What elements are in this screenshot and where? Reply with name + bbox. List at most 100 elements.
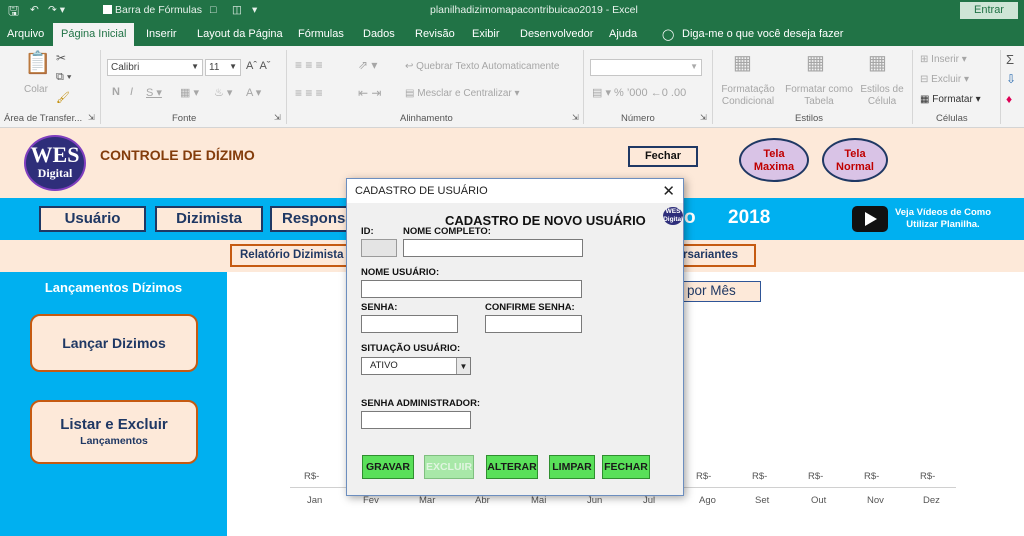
chevron-down-icon[interactable]: ▼ (456, 358, 470, 374)
font-name-box[interactable]: Calibri ▼ (107, 59, 203, 76)
wrap-text-button[interactable]: ↩ Quebrar Texto Automaticamente (405, 61, 559, 72)
gravar-button[interactable]: GRAVAR (362, 455, 414, 479)
cut-icon[interactable]: ✂ (56, 51, 66, 65)
tab-layout[interactable]: Layout da Página (197, 28, 283, 40)
font-color-icon[interactable]: A ▾ (246, 86, 261, 99)
conditional-formatting-button[interactable]: Formatação Condicional (717, 84, 779, 108)
tab-exibir[interactable]: Exibir (472, 28, 500, 40)
admin-password-label: SENHA ADMINISTRADOR: (361, 398, 481, 409)
excluir-button[interactable]: EXCLUIR (424, 455, 474, 479)
tab-revisao[interactable]: Revisão (415, 28, 455, 40)
paste-button[interactable]: Colar (24, 84, 48, 95)
sign-in-button[interactable]: Entrar (960, 2, 1018, 19)
font-size-box[interactable]: 11 ▼ (205, 59, 241, 76)
video-help-text[interactable]: Veja Vídeos de Como Utilizar Planilha. (893, 207, 993, 231)
print-preview-icon[interactable]: ◫ (232, 4, 242, 16)
delete-cells-button[interactable]: ⊟ Excluir ▾ (920, 74, 969, 85)
format-table-icon[interactable]: ▦ (806, 50, 825, 75)
number-group-label: Número (621, 113, 655, 124)
relatorio-dizimista-button[interactable]: Relatório Dizimista (230, 244, 348, 267)
tab-desenvolvedor[interactable]: Desenvolvedor (520, 28, 593, 40)
dialog-title: CADASTRO DE USUÁRIO (355, 185, 488, 197)
format-cells-button[interactable]: ▦ Formatar ▾ (920, 94, 981, 105)
tab-ajuda[interactable]: Ajuda (609, 28, 637, 40)
title-bar: 🖫 ↶ ↷ ▾ Barra de Fórmulas □ ◫ ▾ planilha… (0, 0, 1024, 22)
chart-month-label: Out (811, 495, 827, 506)
tab-pagina-inicial[interactable]: Página Inicial (53, 23, 135, 46)
year-prefix: o (684, 207, 696, 228)
italic-icon[interactable]: I (130, 86, 133, 98)
customize-qat-icon[interactable]: ▾ (252, 4, 257, 16)
save-icon[interactable]: 🖫 (8, 2, 19, 24)
nav-dizimista-button[interactable]: Dizimista (155, 206, 263, 232)
borders-icon[interactable]: ▦ ▾ (180, 86, 199, 99)
lancar-dizimos-button[interactable]: Lançar Dizimos (30, 314, 198, 372)
dialog-launcher-icon[interactable]: ⇲ (700, 113, 707, 122)
dialog-launcher-icon[interactable]: ⇲ (88, 113, 95, 122)
window-title: planilhadizimomapacontribuicao2019 - Exc… (430, 4, 638, 16)
nav-responsavel-button[interactable]: Responsa (270, 206, 354, 232)
confirm-password-field[interactable] (485, 315, 582, 333)
delete-cells-icon: ⊟ (920, 74, 932, 85)
number-format-box[interactable]: ▼ (590, 59, 702, 76)
tab-inserir[interactable]: Inserir (146, 28, 177, 40)
format-painter-icon[interactable]: 🖌 (56, 91, 70, 104)
relatorio-aniversariantes-button[interactable]: rsariantes (683, 244, 756, 267)
video-play-button[interactable] (852, 206, 888, 232)
cell-styles-button[interactable]: Estilos de Célula (858, 84, 906, 108)
bold-icon[interactable]: N (112, 86, 120, 98)
indent-icon[interactable]: ⇤ ⇥ (358, 86, 381, 100)
format-as-table-button[interactable]: Formatar como Tabela (782, 84, 856, 108)
alterar-button[interactable]: ALTERAR (486, 455, 538, 479)
fill-color-icon[interactable]: ♨ ▾ (214, 86, 232, 99)
insert-cells-icon: ⊞ (920, 54, 932, 65)
undo-icon[interactable]: ↶ (30, 4, 39, 16)
formula-bar-toggle[interactable]: Barra de Fórmulas (103, 4, 202, 16)
username-field[interactable] (361, 280, 582, 298)
new-file-icon[interactable]: □ (210, 4, 216, 16)
underline-icon[interactable]: S ▾ (146, 86, 162, 99)
align-top-icon[interactable]: ≡ ≡ ≡ (295, 58, 323, 72)
clear-icon[interactable]: ♦ (1006, 92, 1012, 106)
chart-month-label: Abr (475, 495, 490, 506)
chart-month-label: Ago (699, 495, 716, 506)
grow-font-icon[interactable]: Aˆ Aˇ (246, 60, 270, 72)
redo-icon[interactable]: ↷ ▾ (48, 4, 65, 16)
chart-month-label: Nov (867, 495, 884, 506)
status-select[interactable]: ATIVO ▼ (361, 357, 471, 375)
limpar-button[interactable]: LIMPAR (549, 455, 595, 479)
chart-month-label: Mar (419, 495, 436, 506)
full-name-field[interactable] (403, 239, 583, 257)
fechar-dialog-button[interactable]: FECHAR (602, 455, 650, 479)
styles-group-label: Estilos (795, 113, 823, 124)
orientation-icon[interactable]: ⇗ ▾ (358, 58, 377, 72)
tela-maxima-button[interactable]: Tela Maxima (739, 138, 809, 182)
password-field[interactable] (361, 315, 458, 333)
chart-value-label: R$- (696, 471, 712, 482)
align-left-icon[interactable]: ≡ ≡ ≡ (295, 86, 323, 100)
merge-center-button[interactable]: ▤ Mesclar e Centralizar ▾ (405, 88, 520, 99)
currency-icon[interactable]: ▤ ▾ % ’000 ←0 .00 (592, 86, 686, 99)
tab-arquivo[interactable]: Arquivo (7, 28, 44, 40)
admin-password-field[interactable] (361, 411, 471, 429)
checkbox-icon (103, 5, 112, 14)
fechar-sheet-button[interactable]: Fechar (628, 146, 698, 167)
listar-excluir-button[interactable]: Listar e Excluir Lançamentos (30, 400, 198, 464)
alignment-group-label: Alinhamento (400, 113, 453, 124)
copy-icon[interactable]: ⧉ ▾ (56, 71, 72, 84)
nav-usuario-button[interactable]: Usuário (39, 206, 146, 232)
cell-styles-icon[interactable]: ▦ (868, 50, 887, 75)
tell-me-search[interactable]: Diga-me o que você deseja fazer (682, 28, 843, 40)
autosum-icon[interactable]: Σ (1006, 52, 1014, 67)
tela-normal-button[interactable]: Tela Normal (822, 138, 888, 182)
paste-icon[interactable]: 📋 (24, 50, 51, 76)
insert-cells-button[interactable]: ⊞ Inserir ▾ (920, 54, 967, 65)
fill-icon[interactable]: ⇩ (1006, 72, 1016, 86)
conditional-formatting-icon[interactable]: ▦ (733, 50, 752, 75)
chart-month-label: Set (755, 495, 770, 506)
close-icon[interactable]: ✕ (662, 182, 675, 200)
tab-formulas[interactable]: Fórmulas (298, 28, 344, 40)
tab-dados[interactable]: Dados (363, 28, 395, 40)
dialog-launcher-icon[interactable]: ⇲ (572, 113, 579, 122)
dialog-launcher-icon[interactable]: ⇲ (274, 113, 281, 122)
